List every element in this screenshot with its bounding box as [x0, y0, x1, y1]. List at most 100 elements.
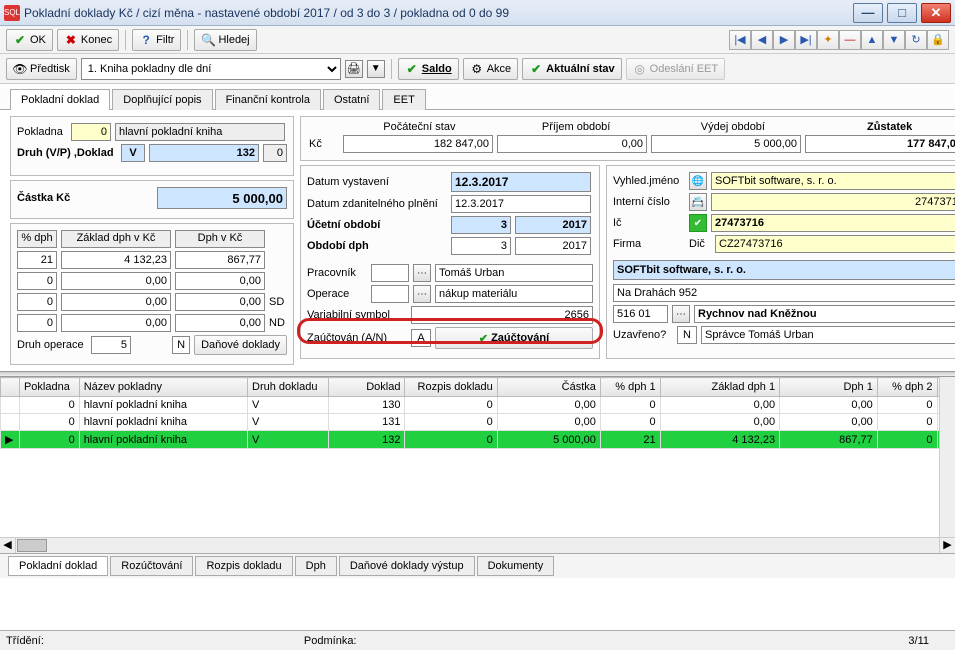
nav-remove[interactable]: —: [839, 30, 861, 50]
maximize-button[interactable]: □: [887, 3, 917, 23]
dph-pct-3[interactable]: [17, 293, 57, 311]
obdobi-m[interactable]: [451, 237, 511, 255]
minimize-button[interactable]: —: [853, 3, 883, 23]
col-pctdph1[interactable]: % dph 1: [600, 378, 660, 397]
btab-pokladni[interactable]: Pokladní doklad: [8, 556, 108, 576]
druh-field[interactable]: [121, 144, 145, 162]
psc-field[interactable]: [613, 305, 668, 323]
ok-button[interactable]: ✔OK: [6, 29, 53, 51]
pokladna-field[interactable]: [71, 123, 111, 141]
table-row[interactable]: 0hlavní pokladní knihaV13100,0000,000,00…: [1, 414, 955, 431]
col-pctdph2[interactable]: % dph 2: [877, 378, 937, 397]
nav-last[interactable]: ▶|: [795, 30, 817, 50]
prac-field[interactable]: [435, 264, 593, 282]
dph-d-2[interactable]: [175, 272, 265, 290]
btab-dok[interactable]: Dokumenty: [477, 556, 555, 576]
col-castka[interactable]: Částka: [497, 378, 600, 397]
col-doklad[interactable]: Doklad: [329, 378, 405, 397]
oper-field[interactable]: [435, 285, 593, 303]
close-button[interactable]: ✕: [921, 3, 951, 23]
dph-pct-1[interactable]: [17, 251, 57, 269]
tab-pokladni[interactable]: Pokladní doklad: [10, 89, 110, 110]
col-zaklad1[interactable]: Základ dph 1: [660, 378, 779, 397]
tab-financni[interactable]: Finanční kontrola: [215, 89, 321, 110]
nav-add[interactable]: ✦: [817, 30, 839, 50]
dropdown-button[interactable]: ▼: [367, 60, 385, 78]
tab-ostatni[interactable]: Ostatní: [323, 89, 380, 110]
ic-field[interactable]: [711, 214, 955, 232]
nav-prev[interactable]: ◀: [751, 30, 773, 50]
nav-next[interactable]: ▶: [773, 30, 795, 50]
saldo-button[interactable]: ✔Saldo: [398, 58, 459, 80]
col-dph1[interactable]: Dph 1: [780, 378, 878, 397]
datum-zdan-field[interactable]: [451, 195, 591, 213]
n-field[interactable]: [172, 336, 190, 354]
psc-lookup[interactable]: ⋯: [672, 305, 690, 323]
interni-field[interactable]: [711, 193, 955, 211]
table-row[interactable]: 0hlavní pokladní knihaV13000,0000,000,00…: [1, 397, 955, 414]
vyhled-field[interactable]: [711, 172, 955, 190]
nav-up[interactable]: ▲: [861, 30, 883, 50]
dph-d-4[interactable]: [175, 314, 265, 332]
var-field[interactable]: [411, 306, 593, 324]
datum-vyst-field[interactable]: [451, 172, 591, 192]
pokladna-label: Pokladna: [17, 126, 67, 138]
prac-lookup[interactable]: ⋯: [413, 264, 431, 282]
col-druh[interactable]: Druh dokladu: [248, 378, 329, 397]
print-button[interactable]: 🖨: [345, 60, 363, 78]
btab-rozpis[interactable]: Rozpis dokladu: [195, 556, 292, 576]
zauc-field[interactable]: [411, 329, 431, 347]
table-row[interactable]: ▶0hlavní pokladní knihaV13205 000,00214 …: [1, 431, 955, 449]
doklad-field[interactable]: [149, 144, 259, 162]
nav-down[interactable]: ▼: [883, 30, 905, 50]
prac-id[interactable]: [371, 264, 409, 282]
nav-first[interactable]: |◀: [729, 30, 751, 50]
dph-pct-4[interactable]: [17, 314, 57, 332]
aktualni-button[interactable]: ✔Aktuální stav: [522, 58, 621, 80]
tab-doplnujici[interactable]: Doplňující popis: [112, 89, 212, 110]
doklady-grid[interactable]: Pokladna Název pokladny Druh dokladu Dok…: [0, 377, 955, 449]
city-field[interactable]: [694, 305, 955, 323]
dph-pct-2[interactable]: [17, 272, 57, 290]
tab-eet[interactable]: EET: [382, 89, 425, 110]
filtr-button[interactable]: ?Filtr: [132, 29, 181, 51]
grid-scrollbar-v[interactable]: [939, 377, 955, 537]
globe-icon[interactable]: 🌐: [689, 172, 707, 190]
predtisk-button[interactable]: 👁Předtisk: [6, 58, 77, 80]
dph-z-2[interactable]: [61, 272, 171, 290]
obdobi-r[interactable]: [515, 237, 591, 255]
dph-d-3[interactable]: [175, 293, 265, 311]
akce-button[interactable]: ⚙Akce: [463, 58, 518, 80]
nav-refresh[interactable]: ↻: [905, 30, 927, 50]
col-pokladna[interactable]: Pokladna: [19, 378, 79, 397]
ucetni-r[interactable]: [515, 216, 591, 234]
report-combo[interactable]: 1. Kniha pokladny dle dní: [81, 58, 341, 80]
dph-z-1[interactable]: [61, 251, 171, 269]
konec-button[interactable]: ✖Konec: [57, 29, 119, 51]
dph-z-4[interactable]: [61, 314, 171, 332]
card-icon[interactable]: 📇: [689, 193, 707, 211]
hledej-button[interactable]: 🔍Hledej: [194, 29, 256, 51]
dic-field[interactable]: [715, 235, 955, 253]
col-rozpis[interactable]: Rozpis dokladu: [405, 378, 497, 397]
grid-scrollbar-h[interactable]: ◀ ▶: [0, 537, 955, 553]
ucetni-m[interactable]: [451, 216, 511, 234]
dph-d-1[interactable]: [175, 251, 265, 269]
btab-danove[interactable]: Daňové doklady výstup: [339, 556, 475, 576]
danove-button[interactable]: Daňové doklady: [194, 335, 287, 355]
sd-label: SD: [269, 296, 284, 308]
oper-id[interactable]: [371, 285, 409, 303]
druh-op-field[interactable]: [91, 336, 131, 354]
btab-rozuct[interactable]: Rozúčtování: [110, 556, 193, 576]
oper-lookup[interactable]: ⋯: [413, 285, 431, 303]
zauctovani-button[interactable]: ✔Zaúčtování: [435, 327, 593, 349]
eet-button[interactable]: ◎Odeslání EET: [626, 58, 725, 80]
zus-label: Zůstatek: [813, 121, 955, 133]
btab-dph[interactable]: Dph: [295, 556, 337, 576]
dph-z-3[interactable]: [61, 293, 171, 311]
col-nazev[interactable]: Název pokladny: [79, 378, 247, 397]
uzavreno-field[interactable]: [677, 326, 697, 344]
castka-field[interactable]: [157, 187, 287, 209]
verify-icon[interactable]: ✔: [689, 214, 707, 232]
nav-lock[interactable]: 🔒: [927, 30, 949, 50]
